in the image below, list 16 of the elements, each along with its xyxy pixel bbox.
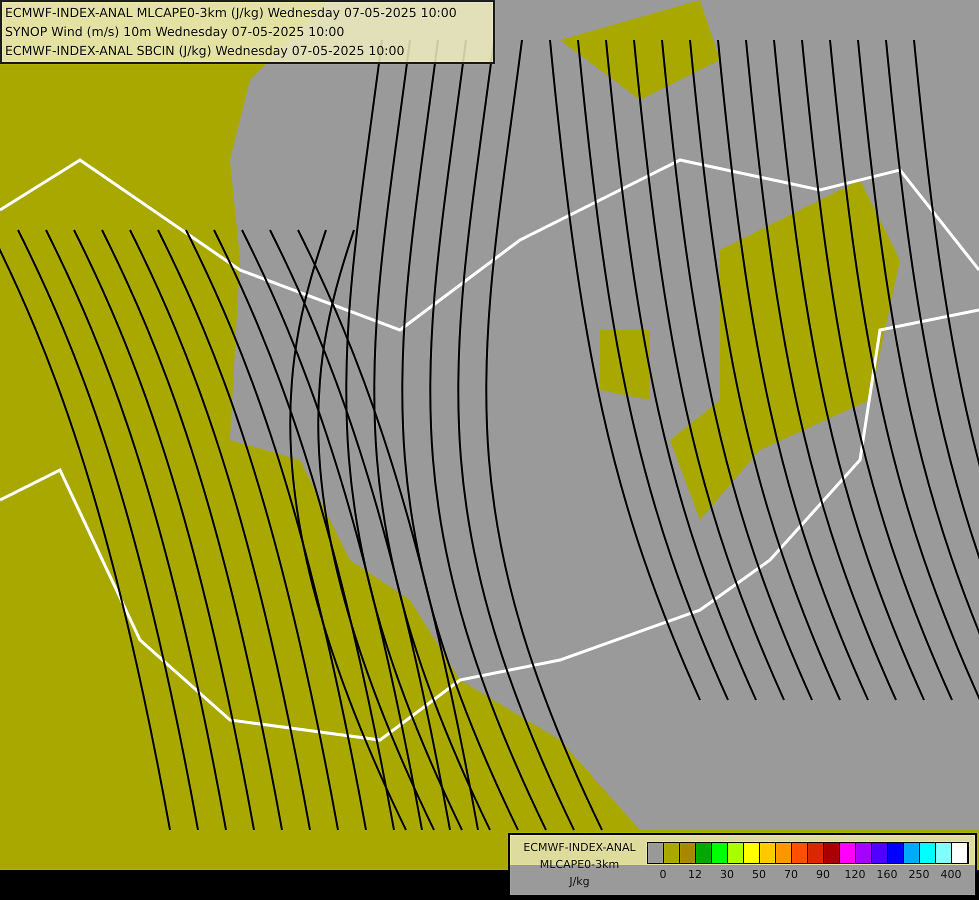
legend-unit: J/kg [569, 874, 590, 890]
layer-title: ECMWF-INDEX-ANAL MLCAPE0-3km (J/kg) Wednesday 07-05-2025 10:00 [5, 4, 458, 22]
scale-label: 70 [783, 867, 799, 883]
scale-label: 90 [815, 867, 831, 883]
scale-label: 160 [876, 867, 898, 883]
scale-label: 120 [844, 867, 866, 883]
scale-label: 250 [908, 867, 930, 883]
scale-label: 30 [719, 867, 735, 883]
scale-label: 12 [687, 867, 703, 883]
scale-label: 50 [751, 867, 767, 883]
scale-label: 0 [658, 867, 668, 883]
scale-label: 400 [940, 867, 962, 883]
layer-title: SYNOP Wind (m/s) 10m Wednesday 07-05-2025 10:00 [5, 23, 346, 41]
legend-title: ECMWF-INDEX-ANAL [523, 840, 636, 856]
layer-title: ECMWF-INDEX-ANAL SBCIN (J/kg) Wednesday 07-05-2025 10:00 [5, 42, 406, 60]
legend-subtitle: MLCAPE0-3km [540, 857, 620, 873]
